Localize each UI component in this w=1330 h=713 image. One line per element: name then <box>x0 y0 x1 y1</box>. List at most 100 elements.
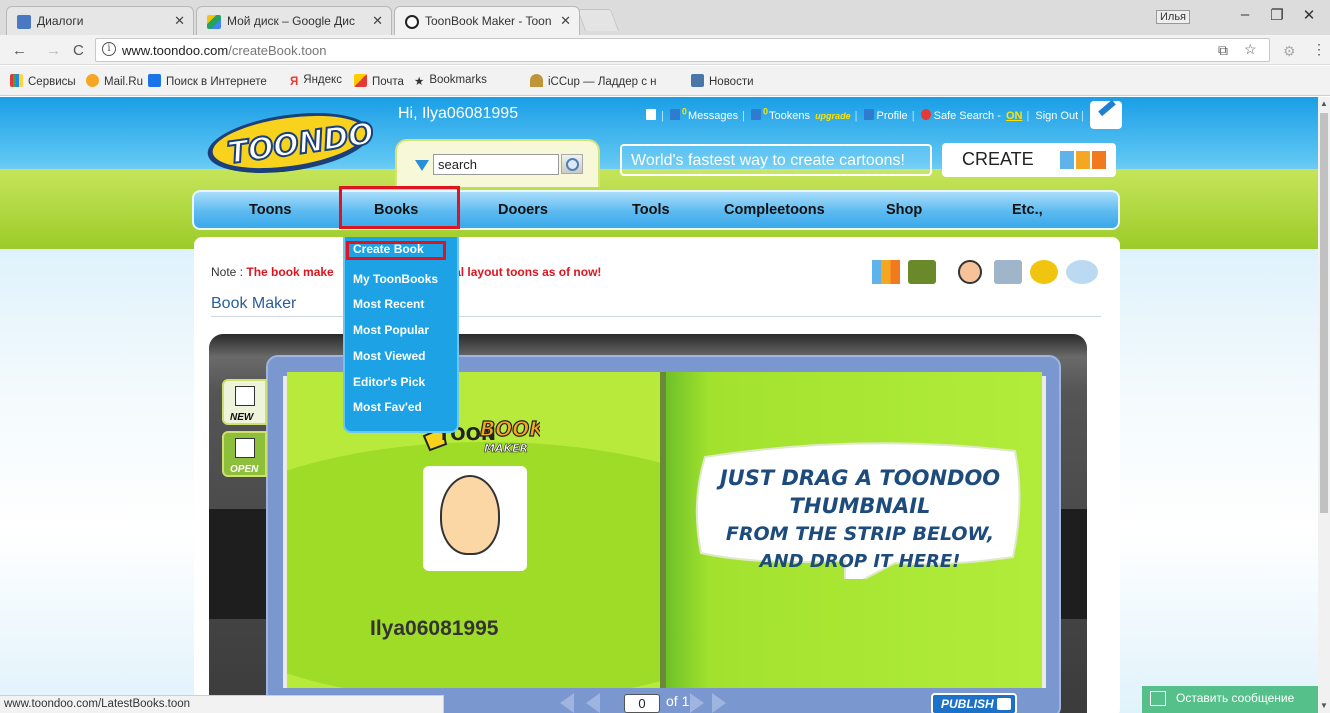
filmstrip-icon[interactable] <box>908 260 936 284</box>
window-close-icon[interactable]: ✕ <box>1294 6 1324 24</box>
bookmark-news[interactable]: Новости <box>691 74 754 88</box>
search-input[interactable] <box>433 154 559 175</box>
last-page-icon[interactable] <box>712 693 726 713</box>
new-book-button[interactable]: NEW <box>222 379 267 425</box>
tab-dialogs[interactable]: Диалоги ✕ <box>6 6 194 35</box>
tab-google-drive[interactable]: Мой диск – Google Дис ✕ <box>196 6 392 35</box>
tookens-icon <box>751 108 761 120</box>
home-icon[interactable] <box>646 108 658 122</box>
nav-shop[interactable]: Shop <box>886 202 922 218</box>
edit-pencil-icon[interactable] <box>1090 101 1122 129</box>
tab-title: Диалоги <box>37 14 84 28</box>
nav-tools[interactable]: Tools <box>632 202 670 218</box>
character-face-icon[interactable] <box>958 260 982 284</box>
bookmark-mail[interactable]: Почта <box>354 74 404 88</box>
nav-dooers[interactable]: Dooers <box>498 202 548 218</box>
upgrade-link[interactable]: upgrade <box>815 111 851 121</box>
next-page-icon[interactable] <box>690 693 704 713</box>
profile-icon <box>863 108 874 120</box>
prev-page-icon[interactable] <box>586 693 600 713</box>
svg-text:MAKER: MAKER <box>484 442 528 455</box>
bookmark-star-icon[interactable]: ☆ <box>1244 41 1257 58</box>
page-number-input[interactable]: 0 <box>624 694 660 713</box>
close-icon[interactable]: ✕ <box>174 13 185 29</box>
books-dropdown-menu: Create Book My ToonBooks Most Recent Mos… <box>343 237 459 433</box>
bookmarks-bar: Сервисы Mail.Ru Поиск в Интернете Я Яндек… <box>0 66 1330 96</box>
scene-icon[interactable] <box>994 260 1022 284</box>
layout-panels-icon[interactable] <box>872 260 900 284</box>
tab-strip: Диалоги ✕ Мой диск – Google Дис ✕ ToonBo… <box>0 0 1330 35</box>
chat-icon <box>1150 691 1166 706</box>
profile-name[interactable]: Илья <box>1156 10 1191 24</box>
tookens-link[interactable]: 0Tookens upgrade <box>751 106 852 122</box>
messages-link[interactable]: 0Messages <box>669 106 739 122</box>
nav-compleetoons[interactable]: Compleetoons <box>724 202 825 218</box>
menu-most-popular[interactable]: Most Popular <box>353 323 429 337</box>
nav-etc[interactable]: Etc., <box>1012 202 1043 218</box>
new-tab-button[interactable] <box>576 9 620 31</box>
leave-message-button[interactable]: Оставить сообщение <box>1142 686 1318 713</box>
info-icon[interactable]: i <box>102 42 116 56</box>
bookmark-folder[interactable]: ★ Bookmarks <box>414 74 487 88</box>
url-text: www.toondoo.com/createBook.toon <box>122 43 327 58</box>
close-icon[interactable]: ✕ <box>372 13 383 29</box>
translate-icon[interactable]: ⧉ <box>1218 42 1228 59</box>
forward-icon[interactable]: → <box>46 42 61 59</box>
mailru-icon <box>86 74 99 87</box>
restore-icon[interactable]: ❐ <box>1262 6 1292 24</box>
tab-toonbook-maker[interactable]: ToonBook Maker - Toon ✕ <box>394 6 580 35</box>
publish-button[interactable]: PUBLISH <box>931 693 1017 713</box>
page-title: Book Maker <box>211 295 297 312</box>
tab-title: ToonBook Maker - Toon <box>425 14 552 28</box>
palette-icon[interactable] <box>1030 260 1058 284</box>
search-area <box>395 139 600 187</box>
bookmark-iccup[interactable]: iCCup — Ладдер с н <box>530 74 657 88</box>
drag-instructions: JUST DRAG A TOONDOO THUMBNAIL FROM THE S… <box>719 466 1001 572</box>
bookmark-search[interactable]: Поиск в Интернете <box>148 74 267 88</box>
profile-link[interactable]: Profile <box>863 108 909 122</box>
menu-dots-icon[interactable]: ⋮ <box>1312 41 1326 58</box>
toondoo-logo[interactable]: TOONDOO <box>205 109 373 173</box>
comic-panels-icon <box>1060 151 1108 174</box>
scroll-up-icon[interactable]: ▲ <box>1320 99 1328 108</box>
back-icon[interactable]: ← <box>12 42 27 59</box>
new-page-icon <box>235 386 255 406</box>
bookmark-services[interactable]: Сервисы <box>10 74 76 88</box>
search-dropdown-icon[interactable] <box>415 160 429 171</box>
vk-icon <box>691 74 704 87</box>
menu-editors-pick[interactable]: Editor's Pick <box>353 375 425 389</box>
search-button[interactable] <box>561 154 583 174</box>
scroll-thumb[interactable] <box>1320 113 1328 513</box>
address-bar[interactable]: i www.toondoo.com/createBook.toon ⧉ ☆ <box>95 38 1270 62</box>
book-author-name: Ilya06081995 <box>370 617 499 640</box>
minimize-icon[interactable]: – <box>1230 6 1260 23</box>
nav-toons[interactable]: Toons <box>249 202 291 218</box>
speech-bubble-icon[interactable] <box>1066 260 1098 284</box>
menu-most-faved[interactable]: Most Fav'ed <box>353 400 422 414</box>
first-page-icon[interactable] <box>560 693 574 713</box>
search-icon <box>148 74 161 87</box>
menu-my-toonbooks[interactable]: My ToonBooks <box>353 272 438 286</box>
star-icon: ★ <box>414 76 425 88</box>
scrollbar[interactable]: ▲ ▼ <box>1318 97 1330 713</box>
bookmark-mailru[interactable]: Mail.Ru <box>86 74 143 88</box>
slogan: World's fastest way to create cartoons! <box>620 144 932 176</box>
svg-text:BOOK: BOOK <box>480 417 540 441</box>
safe-search-link[interactable]: Safe Search - ON <box>920 108 1024 122</box>
avatar <box>440 475 500 555</box>
menu-most-viewed[interactable]: Most Viewed <box>353 349 425 363</box>
books-highlight-box <box>339 186 460 229</box>
close-icon[interactable]: ✕ <box>560 13 571 29</box>
open-book-button[interactable]: OPEN <box>222 431 267 477</box>
menu-most-recent[interactable]: Most Recent <box>353 297 424 311</box>
greeting: Hi, Ilya06081995 <box>398 105 519 122</box>
create-button[interactable]: CREATE <box>942 143 1116 177</box>
bookmark-yandex[interactable]: Я Яндекс <box>290 74 342 89</box>
page-viewport: TOONDOO Hi, Ilya06081995 | 0Messages| 0T… <box>0 97 1318 713</box>
scroll-down-icon[interactable]: ▼ <box>1320 701 1328 710</box>
mail-envelope-icon <box>354 74 367 87</box>
extension-icon[interactable]: ⚙ <box>1283 43 1296 60</box>
sign-out-link[interactable]: Sign Out <box>1035 110 1078 122</box>
reload-icon[interactable]: C <box>73 42 84 59</box>
main-nav: Toons Books Dooers Tools Compleetoons Sh… <box>192 190 1120 230</box>
